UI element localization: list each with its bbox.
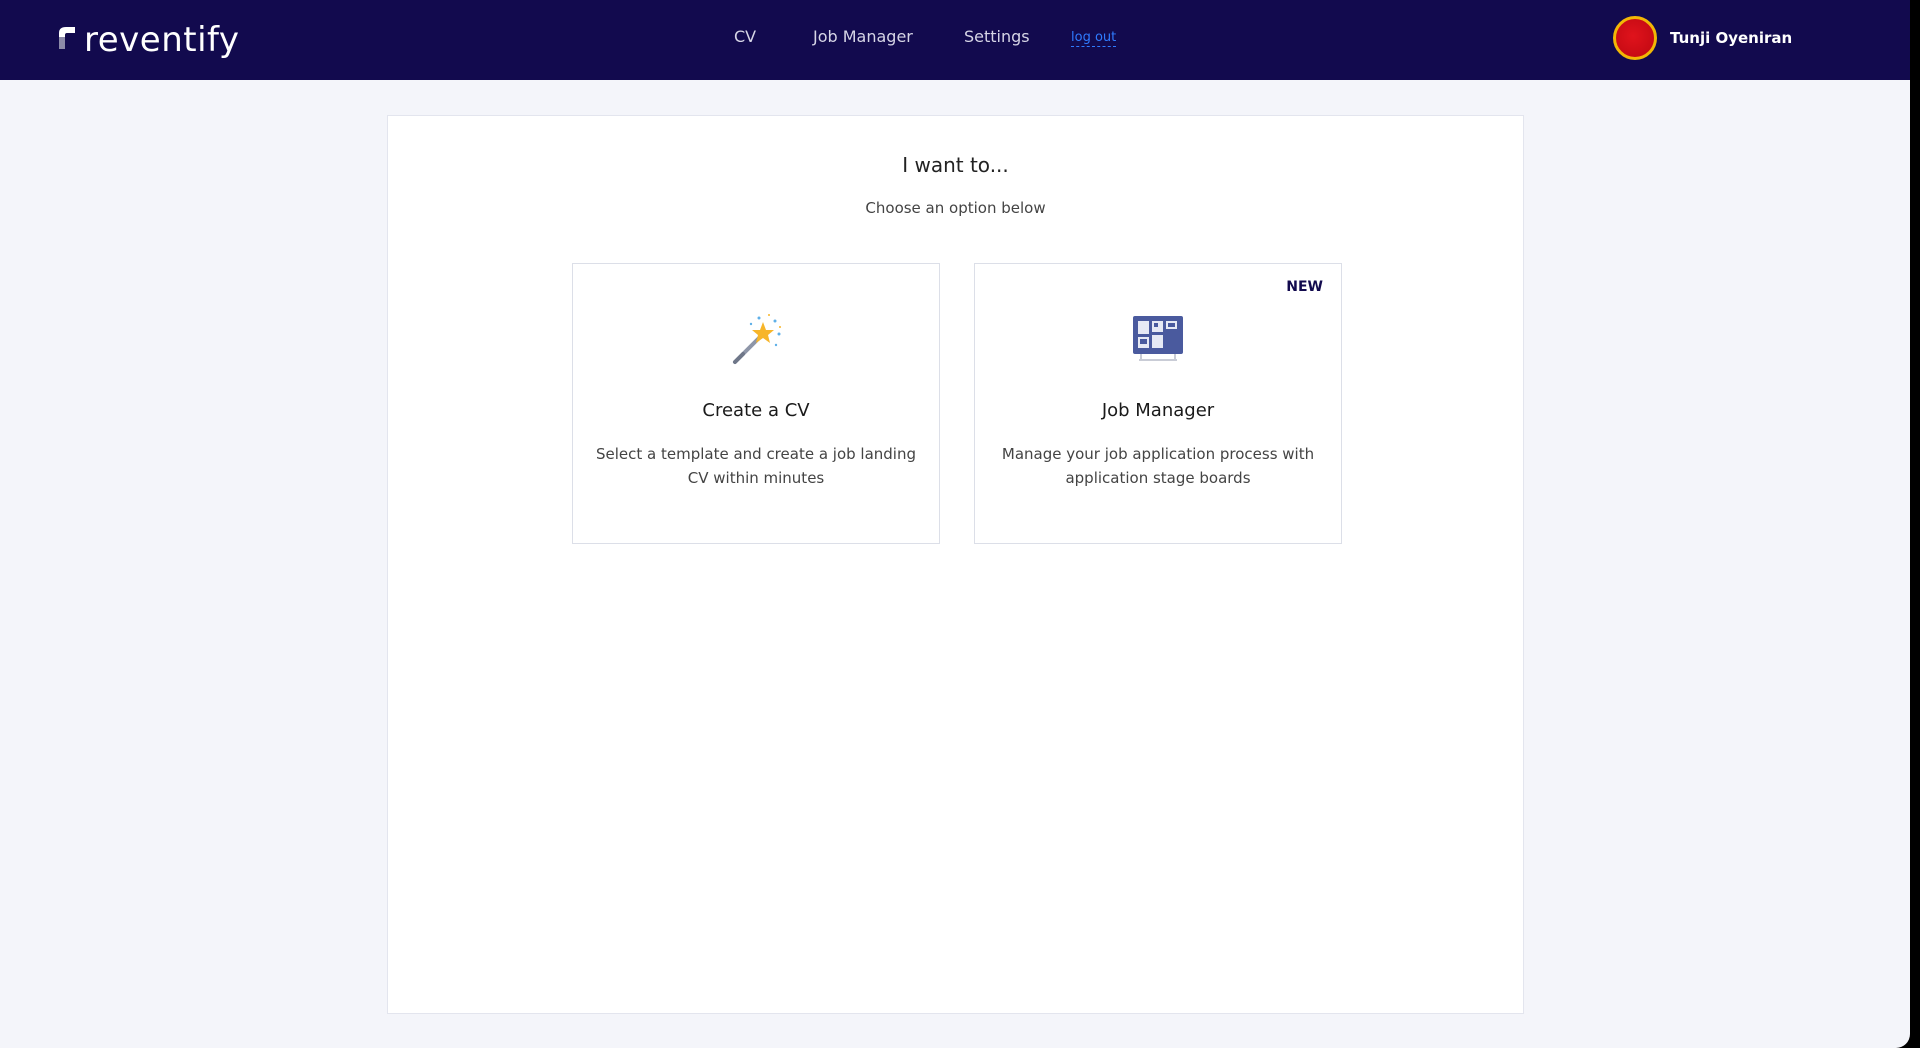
avatar[interactable] xyxy=(1613,16,1657,60)
create-cv-card[interactable]: Create a CV Select a template and create… xyxy=(572,263,940,544)
card-title: Create a CV xyxy=(702,400,810,421)
logo[interactable]: reventify xyxy=(56,18,240,62)
logout-link[interactable]: log out xyxy=(1071,30,1117,47)
nav-settings-link[interactable]: Settings xyxy=(964,27,1030,46)
page-title: I want to... xyxy=(902,153,1009,177)
card-description: Select a template and create a job landi… xyxy=(595,445,917,487)
top-navbar: reventify CV Job Manager Settings log ou… xyxy=(0,0,1910,80)
job-manager-card[interactable]: NEW Job Manager Manage your job applicat… xyxy=(974,263,1342,544)
kanban-board-icon xyxy=(1133,316,1183,361)
page-subtitle: Choose an option below xyxy=(865,199,1046,217)
card-description: Manage your job application process with… xyxy=(1001,445,1315,487)
user-name[interactable]: Tunji Oyeniran xyxy=(1670,29,1792,47)
main-panel: I want to... Choose an option below Crea… xyxy=(387,115,1524,1014)
app-window: reventify CV Job Manager Settings log ou… xyxy=(0,0,1910,1048)
new-badge: NEW xyxy=(1286,279,1323,295)
nav-job-manager-link[interactable]: Job Manager xyxy=(813,27,913,46)
nav-cv-link[interactable]: CV xyxy=(734,27,756,46)
magic-wand-icon xyxy=(733,314,781,364)
logo-mark-icon xyxy=(59,27,75,49)
card-title: Job Manager xyxy=(1101,400,1215,421)
logo-text: reventify xyxy=(84,20,240,60)
